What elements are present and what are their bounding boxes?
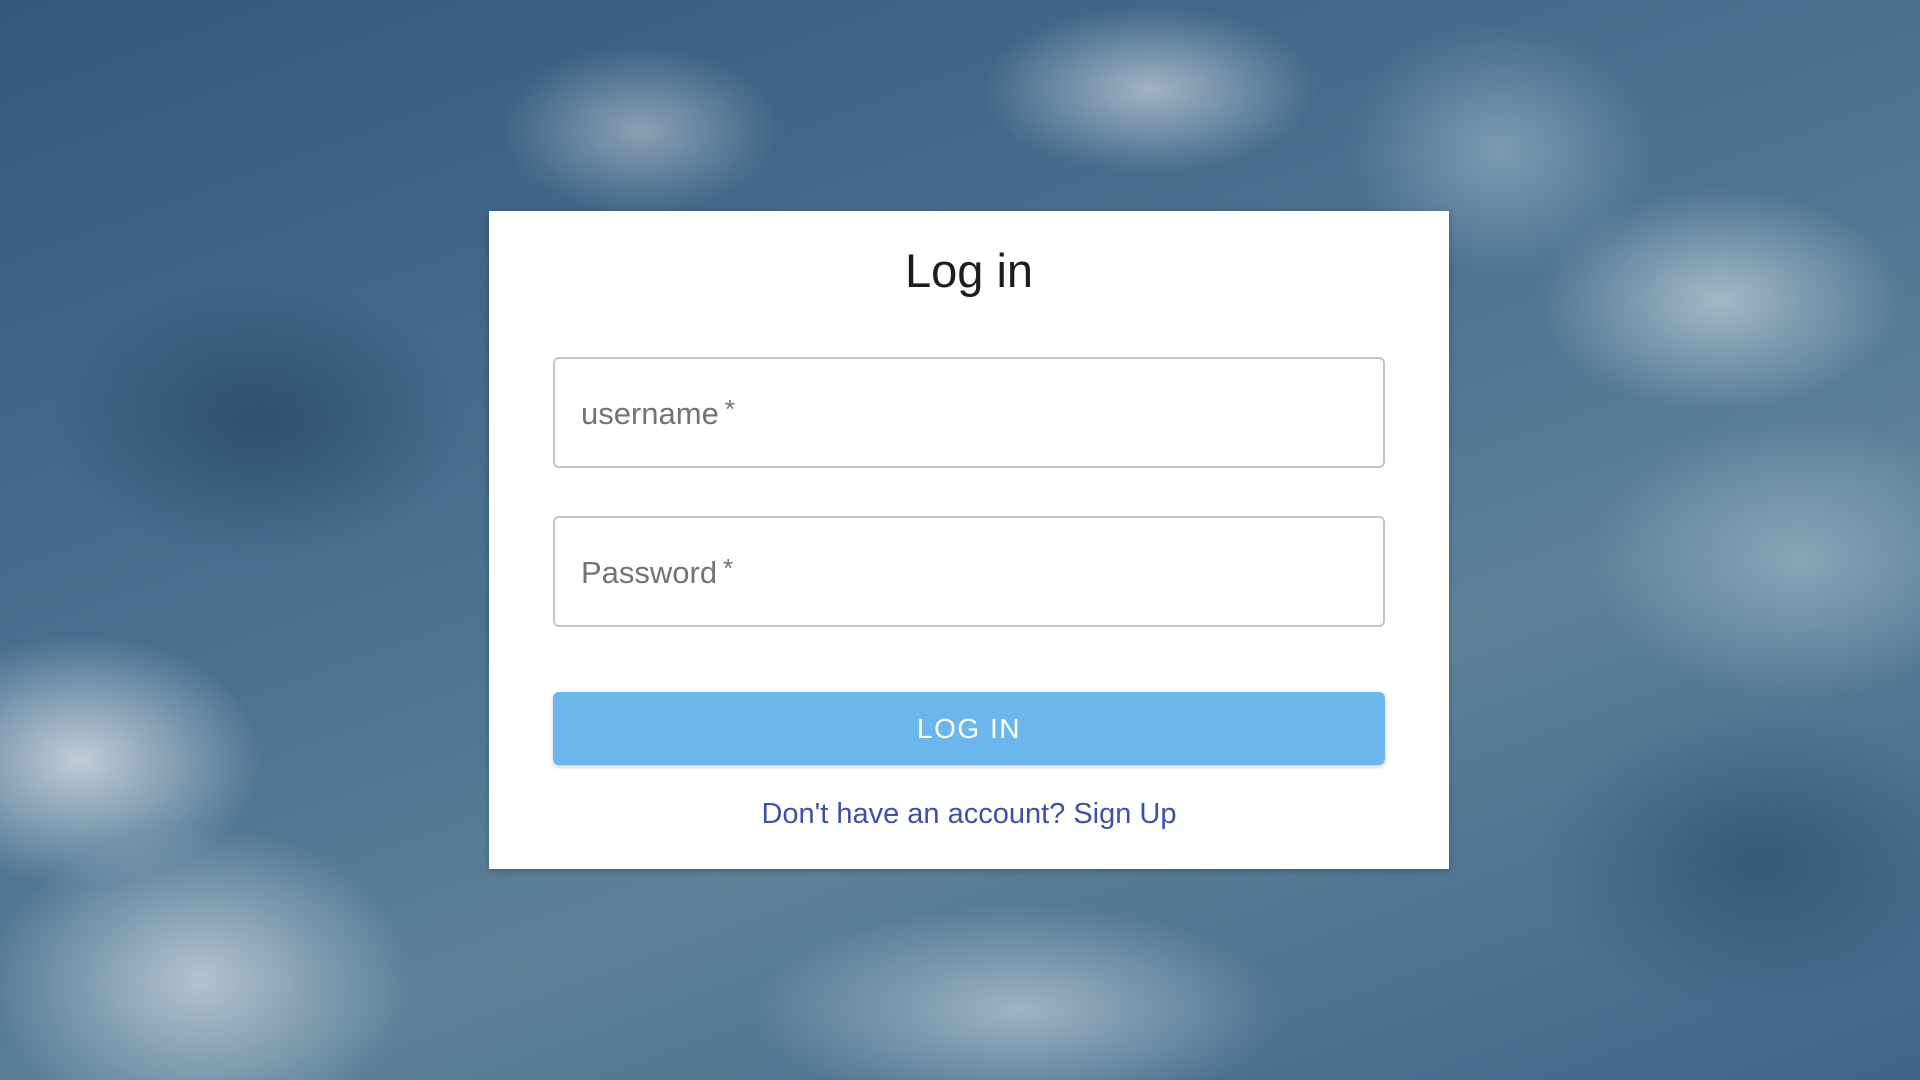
signup-link[interactable]: Don't have an account? Sign Up bbox=[489, 798, 1449, 831]
username-input[interactable] bbox=[555, 359, 1383, 466]
username-field[interactable]: username * bbox=[553, 357, 1385, 468]
page-title: Log in bbox=[904, 244, 1034, 297]
password-input[interactable] bbox=[555, 518, 1383, 625]
login-button[interactable]: LOG IN bbox=[553, 692, 1385, 765]
password-field[interactable]: Password * bbox=[553, 516, 1385, 627]
login-card: Log in username * Password * LOG IN Don't … bbox=[489, 211, 1449, 869]
